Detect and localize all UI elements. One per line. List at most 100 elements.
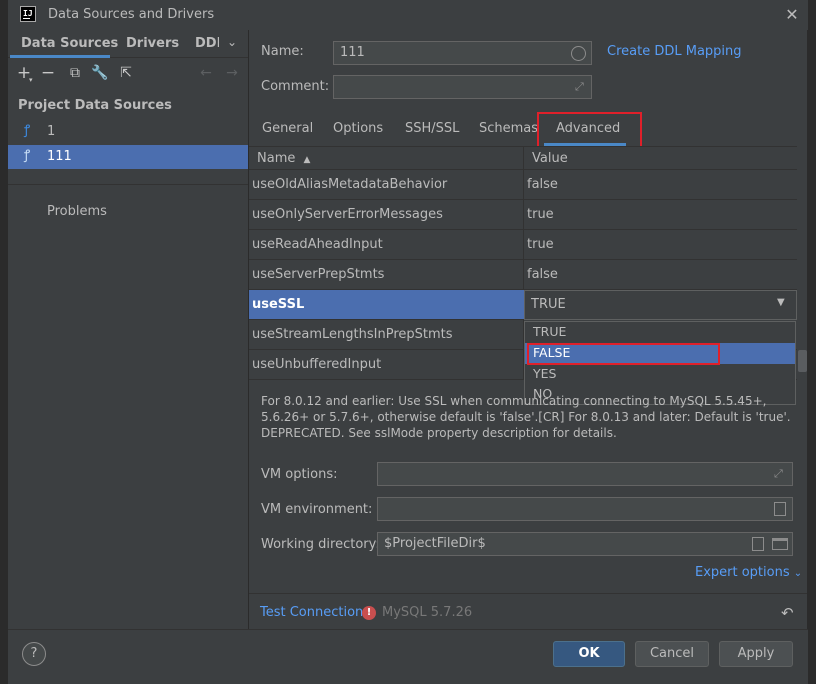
- property-value[interactable]: true: [527, 237, 554, 252]
- vm-options-field[interactable]: ⤢: [377, 462, 793, 486]
- table-row-selected[interactable]: useSSL TRUE ▼: [249, 290, 797, 320]
- left-tab-bar: Data Sources Drivers DDI ⌄: [8, 30, 248, 58]
- divider: [8, 184, 248, 185]
- ok-button[interactable]: OK: [553, 641, 625, 667]
- property-name: useStreamLengthsInPrepStmts: [252, 327, 453, 342]
- left-toolbar: + ▾ − ⧉ 🔧 ⇱ ← →: [8, 58, 248, 90]
- section-title: Project Data Sources: [18, 98, 172, 113]
- property-description: For 8.0.12 and earlier: Use SSL when com…: [261, 394, 791, 440]
- document-icon[interactable]: [774, 502, 786, 516]
- comment-field[interactable]: ⤢: [333, 75, 592, 99]
- wrench-icon[interactable]: 🔧: [91, 64, 109, 82]
- error-icon: !: [362, 606, 376, 620]
- document-icon[interactable]: [752, 537, 764, 551]
- working-directory-field[interactable]: $ProjectFileDir$: [377, 532, 793, 556]
- divider: [249, 593, 807, 594]
- mysql-icon: ꝭ: [24, 123, 31, 138]
- add-dropdown-caret-icon: ▾: [29, 76, 33, 84]
- tab-ddl[interactable]: DDI: [195, 36, 219, 51]
- comment-label: Comment:: [261, 79, 330, 94]
- dropdown-option[interactable]: YES: [525, 364, 795, 385]
- test-connection-link[interactable]: Test Connection: [260, 605, 363, 620]
- chevron-down-icon: ⌄: [793, 568, 803, 579]
- window-title: Data Sources and Drivers: [48, 7, 215, 22]
- data-source-label: 1: [47, 124, 56, 139]
- value-combobox[interactable]: TRUE ▼: [524, 290, 797, 320]
- property-name: useReadAheadInput: [252, 237, 383, 252]
- name-field[interactable]: 111: [333, 41, 592, 65]
- table-row[interactable]: useServerPrepStmts false: [249, 260, 797, 290]
- property-name: useServerPrepStmts: [252, 267, 385, 282]
- combobox-value: TRUE: [531, 297, 566, 312]
- scrollbar-thumb[interactable]: [798, 350, 807, 372]
- title-bar: IJ Data Sources and Drivers ✕: [8, 0, 808, 30]
- data-source-item[interactable]: ꝭ 111: [8, 145, 248, 169]
- highlight-box: [527, 343, 720, 365]
- table-header: Name ▲ Value: [249, 146, 797, 171]
- expand-icon[interactable]: ⤢: [774, 467, 783, 481]
- name-label: Name:: [261, 44, 304, 59]
- property-name: useUnbufferedInput: [252, 357, 382, 372]
- column-header-name[interactable]: Name ▲: [257, 151, 310, 166]
- copy-icon[interactable]: ⧉: [66, 64, 84, 82]
- remove-icon[interactable]: −: [39, 64, 57, 82]
- background-edge-left: [0, 0, 8, 684]
- column-divider: [523, 170, 524, 200]
- data-source-label: 111: [47, 149, 72, 164]
- tab-schemas[interactable]: Schemas: [479, 121, 538, 136]
- property-value[interactable]: true: [527, 207, 554, 222]
- app-logo-icon: IJ: [20, 6, 36, 22]
- expand-icon[interactable]: ⤢: [575, 80, 584, 94]
- color-circle-icon[interactable]: [571, 46, 586, 61]
- help-button[interactable]: ?: [22, 642, 46, 666]
- name-value: 111: [340, 45, 365, 60]
- folder-icon[interactable]: [772, 538, 788, 550]
- left-panel: Data Sources Drivers DDI ⌄ + ▾ − ⧉ 🔧 ⇱ ←…: [8, 30, 248, 629]
- table-row[interactable]: useReadAheadInput true: [249, 230, 797, 260]
- property-name: useSSL: [252, 297, 305, 312]
- expert-options-link[interactable]: Expert options ⌄: [695, 565, 802, 580]
- property-value[interactable]: false: [527, 267, 558, 282]
- expert-options-label: Expert options: [695, 565, 790, 580]
- mysql-icon: ꝭ: [24, 148, 31, 163]
- back-arrow-icon[interactable]: ←: [197, 64, 215, 82]
- option-label: TRUE: [533, 324, 567, 339]
- highlight-box: [537, 112, 642, 148]
- vm-options-label: VM options:: [261, 467, 338, 482]
- reset-icon[interactable]: ↶: [781, 604, 794, 622]
- column-header-value[interactable]: Value: [532, 151, 568, 166]
- sort-ascending-icon: ▲: [303, 155, 311, 165]
- tab-general[interactable]: General: [262, 121, 313, 136]
- tab-data-sources[interactable]: Data Sources: [21, 36, 118, 51]
- create-ddl-mapping-link[interactable]: Create DDL Mapping: [607, 44, 742, 59]
- background-edge-right: [808, 0, 816, 684]
- tab-drivers[interactable]: Drivers: [126, 36, 179, 51]
- dropdown-option[interactable]: TRUE: [525, 322, 795, 343]
- open-external-icon[interactable]: ⇱: [117, 64, 135, 82]
- chevron-down-icon[interactable]: ⌄: [227, 35, 237, 49]
- close-icon[interactable]: ✕: [781, 4, 803, 26]
- working-directory-value: $ProjectFileDir$: [384, 536, 486, 551]
- property-value[interactable]: false: [527, 177, 558, 192]
- cancel-button[interactable]: Cancel: [635, 641, 709, 667]
- column-divider: [523, 200, 524, 230]
- option-label: YES: [533, 366, 557, 381]
- column-divider: [523, 260, 524, 290]
- dropdown-arrow-icon[interactable]: ▼: [777, 297, 785, 308]
- apply-button[interactable]: Apply: [719, 641, 793, 667]
- tab-ssh-ssl[interactable]: SSH/SSL: [405, 121, 459, 136]
- column-divider: [523, 147, 524, 171]
- problems-item[interactable]: Problems: [47, 204, 107, 219]
- property-name: useOldAliasMetadataBehavior: [252, 177, 448, 192]
- table-row[interactable]: useOnlyServerErrorMessages true: [249, 200, 797, 230]
- table-row[interactable]: useOldAliasMetadataBehavior false: [249, 170, 797, 200]
- vm-environment-label: VM environment:: [261, 502, 373, 517]
- vm-environment-field[interactable]: [377, 497, 793, 521]
- column-header-label: Name: [257, 151, 296, 166]
- property-name: useOnlyServerErrorMessages: [252, 207, 443, 222]
- right-panel: Name: 111 Create DDL Mapping Comment: ⤢ …: [249, 30, 807, 629]
- column-divider: [523, 230, 524, 260]
- tab-options[interactable]: Options: [333, 121, 383, 136]
- forward-arrow-icon[interactable]: →: [223, 64, 241, 82]
- data-source-item[interactable]: ꝭ 1: [8, 120, 248, 144]
